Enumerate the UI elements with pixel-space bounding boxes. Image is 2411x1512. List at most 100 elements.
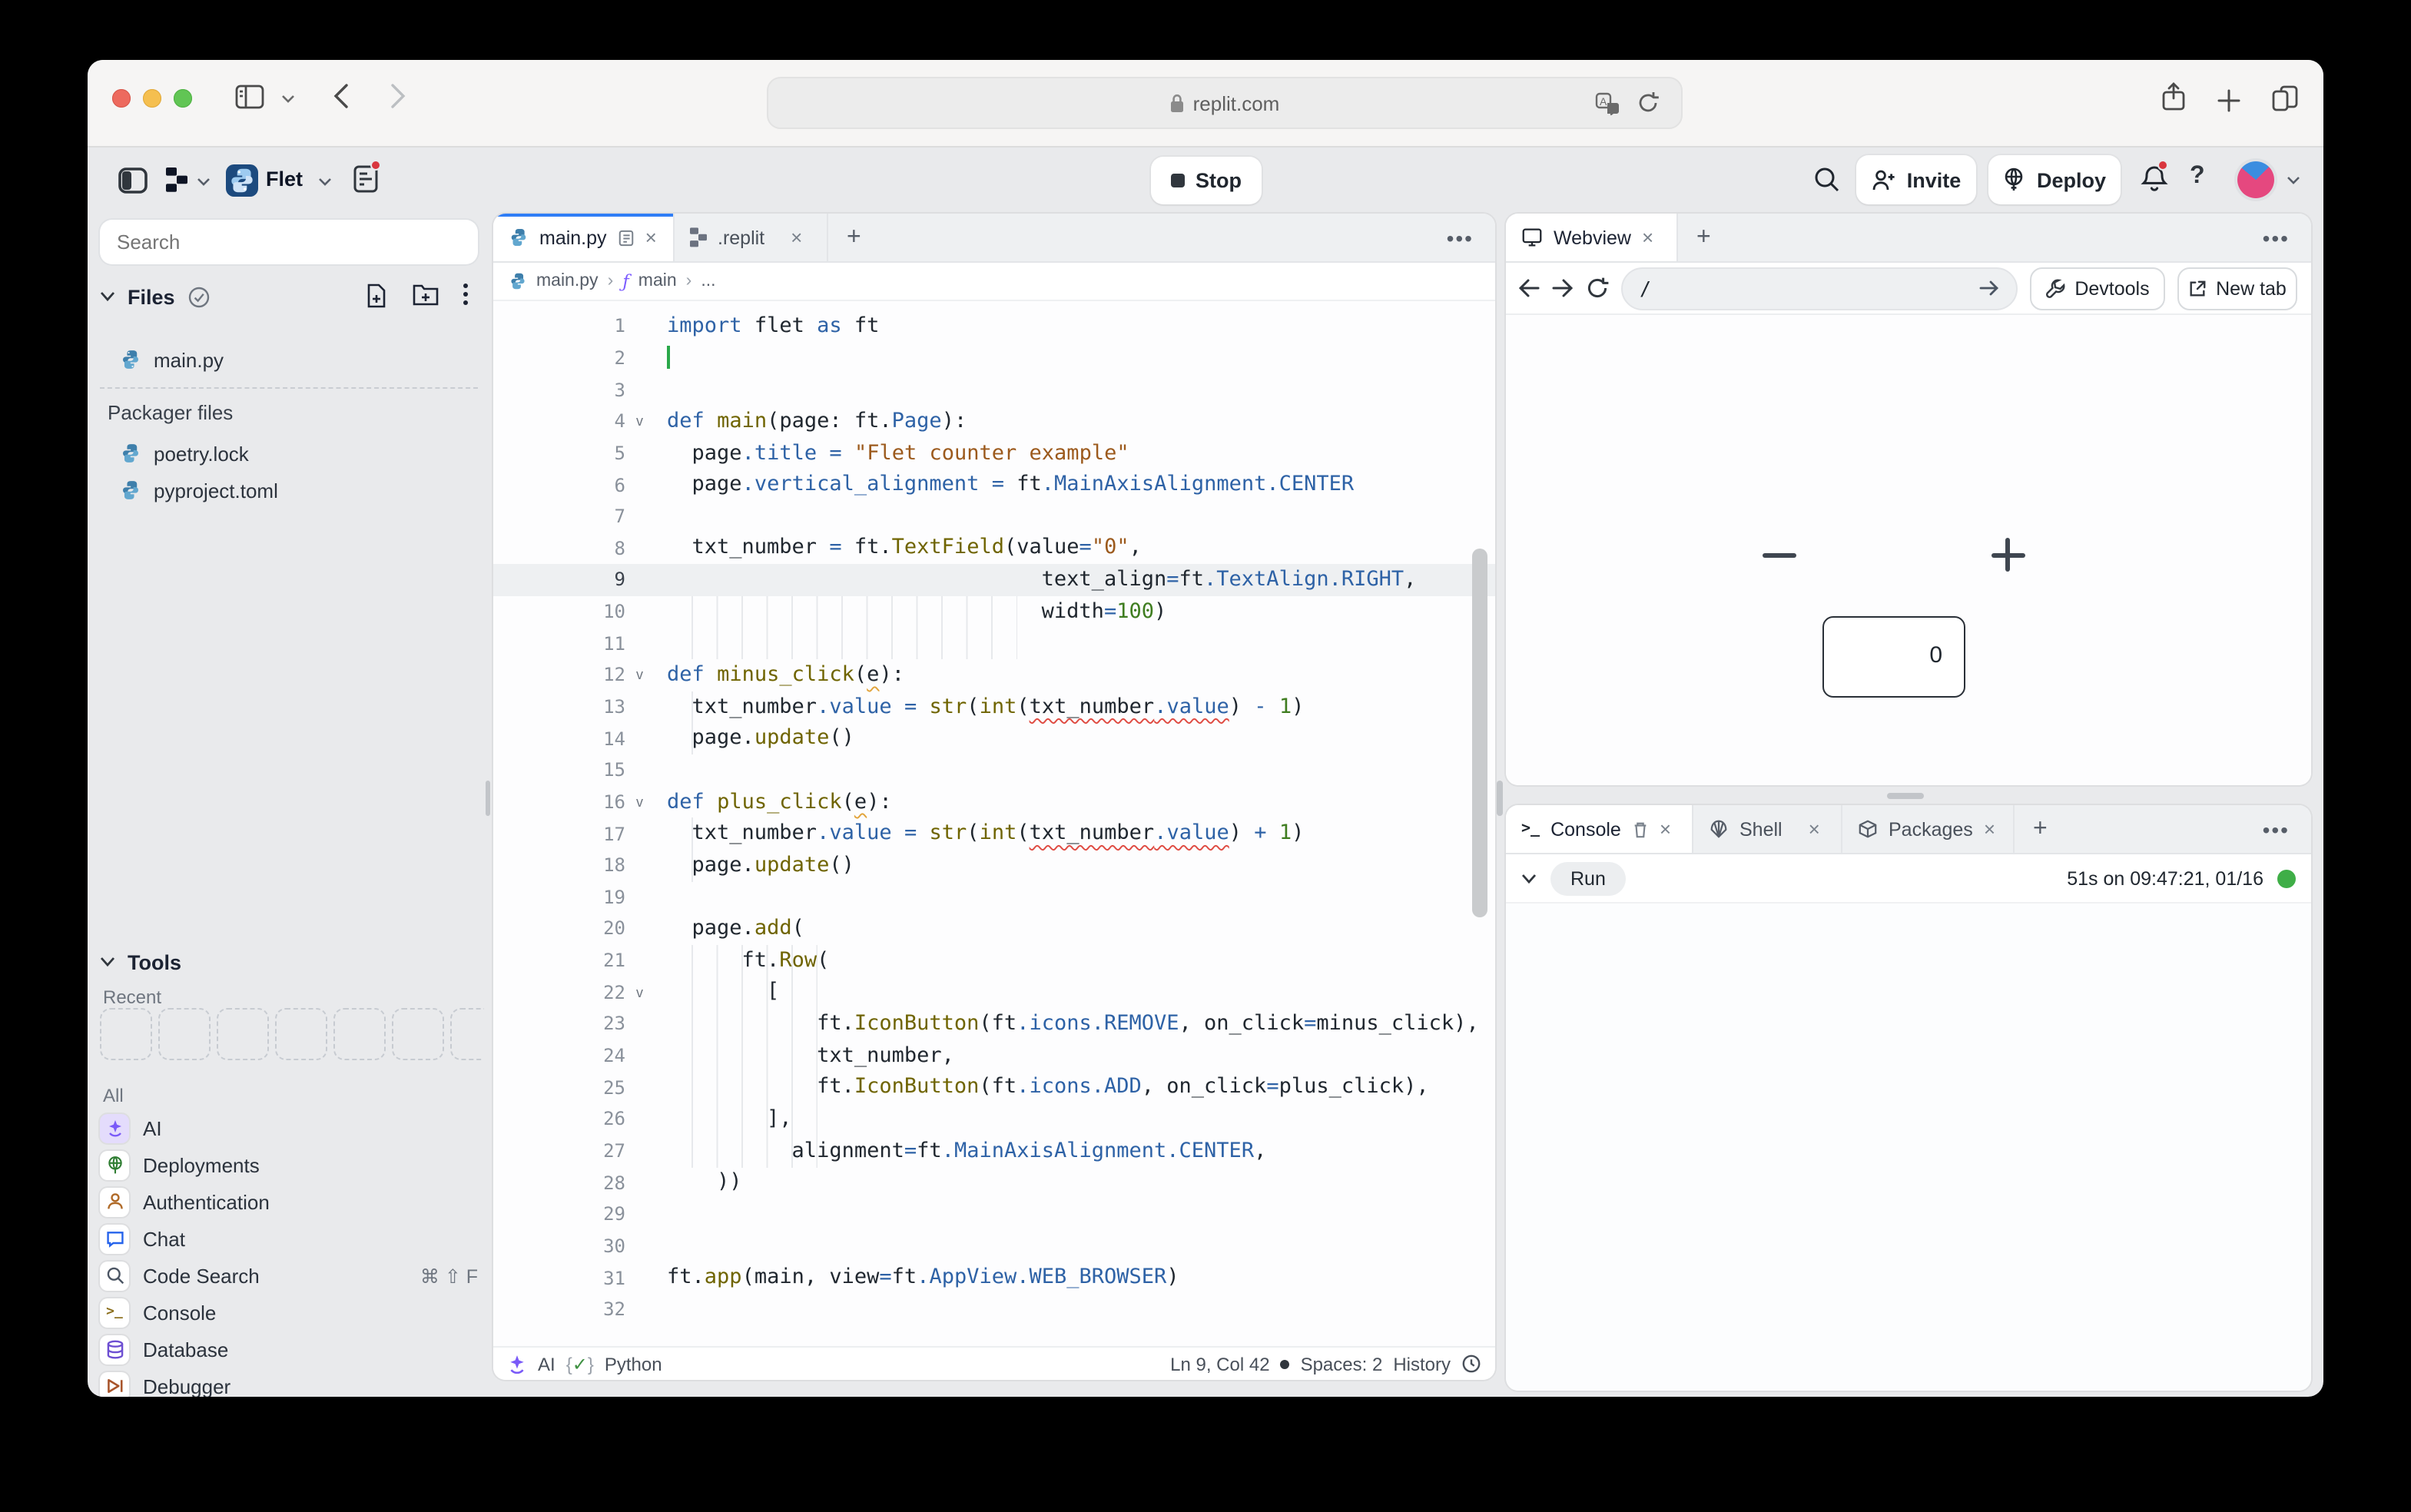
code-line[interactable]: 15 [493,754,1495,786]
code-line[interactable]: 8 txt_number = ft.TextField(value="0", [493,532,1495,564]
close-icon[interactable]: × [645,226,657,249]
file-item-mainpy[interactable]: main.py [100,343,478,376]
tab-replit[interactable]: .replit × [675,214,828,261]
run-command-pill[interactable]: Run [1550,861,1626,895]
code-line[interactable]: 4vdef main(page: ft.Page): [493,406,1495,437]
new-console-tab-icon[interactable]: + [2015,805,2066,853]
code-line[interactable]: 20 page.add( [493,913,1495,944]
status-history[interactable]: History [1393,1353,1451,1374]
avatar[interactable] [2237,161,2274,198]
open-new-tab-button[interactable]: New tab [2177,267,2297,310]
code-line[interactable]: 22v [ [493,976,1495,1008]
kebab-menu-icon[interactable] [463,283,469,306]
sidebar-item-deployments[interactable]: Deployments [100,1146,478,1183]
tab-packages[interactable]: Packages × [1842,805,2015,853]
help-icon[interactable]: ? [2190,163,2205,191]
back-icon[interactable] [333,83,349,109]
tab-webview[interactable]: Webview × [1506,214,1678,261]
counter-textfield[interactable]: 0 [1822,616,1965,698]
close-icon[interactable]: × [791,226,802,249]
code-line[interactable]: 3 [493,374,1495,406]
search-icon[interactable] [1813,166,1841,194]
file-item-poetry[interactable]: poetry.lock [100,436,478,470]
code-line[interactable]: 27 alignment=ft.MainAxisAlignment.CENTER… [493,1135,1495,1166]
code-line[interactable]: 1import flet as ft [493,310,1495,342]
code-line[interactable]: 7 [493,501,1495,532]
sidebar-item-code-search[interactable]: Code Search ⌘ ⇧ F [100,1257,478,1294]
code-line[interactable]: 25 ft.IconButton(ft.icons.ADD, on_click=… [493,1072,1495,1103]
devtools-button[interactable]: Devtools [2030,267,2165,310]
tabs-overview-icon[interactable] [2271,85,2299,112]
breadcrumb-symbol[interactable]: main [638,272,677,290]
forward-icon[interactable] [390,83,406,109]
code-line[interactable]: 24 txt_number, [493,1040,1495,1071]
back-icon[interactable] [1518,278,1540,298]
plus-button-vertical[interactable] [2005,539,2009,572]
sidebar-item-database[interactable]: Database [100,1331,478,1368]
new-folder-icon[interactable] [412,283,439,307]
code-line[interactable]: 6 page.vertical_alignment = ft.MainAxisA… [493,469,1495,500]
code-line[interactable]: 29 [493,1199,1495,1230]
fold-chevron-icon[interactable]: v [625,413,667,429]
webview-address-bar[interactable]: / [1621,267,2018,310]
deploy-button[interactable]: Deploy [1988,155,2121,204]
code-line[interactable]: 30 [493,1230,1495,1262]
replit-logo[interactable] [166,167,187,192]
code-line[interactable]: 23 ft.IconButton(ft.icons.REMOVE, on_cli… [493,1008,1495,1040]
chevron-down-icon[interactable] [318,177,332,187]
status-spaces[interactable]: Spaces: 2 [1301,1353,1383,1374]
code-line[interactable]: 12vdef minus_click(e): [493,659,1495,691]
close-icon[interactable]: × [1984,817,1995,841]
close-icon[interactable]: × [1660,817,1671,841]
stop-button[interactable]: Stop [1151,157,1262,204]
translate-icon[interactable]: A [1595,92,1620,115]
close-icon[interactable]: × [1642,226,1653,249]
console-output[interactable] [1506,904,2311,1391]
new-file-icon[interactable] [364,283,389,309]
go-arrow-icon[interactable] [1979,280,1999,297]
fold-chevron-icon[interactable]: v [625,668,667,683]
webview-options-icon[interactable]: ••• [2241,214,2311,261]
fold-chevron-icon[interactable]: v [625,985,667,1000]
code-line[interactable]: 16vdef plus_click(e): [493,786,1495,817]
sidebar-item-debugger[interactable]: Debugger [100,1368,478,1397]
file-item-pyproject[interactable]: pyproject.toml [100,473,478,507]
sidebar-item-chat[interactable]: Chat [100,1220,478,1257]
editor-options-icon[interactable]: ••• [1425,214,1495,261]
tab-shell[interactable]: Shell × [1693,805,1842,853]
bell-icon[interactable] [2141,164,2168,194]
share-icon[interactable] [2161,81,2187,112]
minimize-window-button[interactable] [143,89,161,108]
breadcrumb-more[interactable]: ... [701,272,715,290]
fold-chevron-icon[interactable]: v [625,794,667,810]
new-tab-icon[interactable] [2217,89,2240,112]
code-line[interactable]: 31ft.app(main, view=ft.AppView.WEB_BROWS… [493,1262,1495,1293]
history-panel-icon[interactable] [352,164,380,194]
invite-button[interactable]: Invite [1856,155,1976,204]
chevron-down-icon[interactable] [197,177,211,187]
tab-mainpy[interactable]: main.py × [493,214,675,261]
sidebar-search-input[interactable] [100,220,478,264]
code-line[interactable]: 10 width=100) [493,596,1495,628]
status-language[interactable]: Python [605,1353,662,1374]
console-options-icon[interactable]: ••• [2241,805,2311,853]
code-line[interactable]: 19 [493,881,1495,913]
code-line[interactable]: 14 page.update() [493,723,1495,754]
tab-console[interactable]: >_ Console × [1506,805,1693,853]
code-line[interactable]: 26 ], [493,1103,1495,1135]
forward-icon[interactable] [1552,278,1574,298]
sidebar-item-ai[interactable]: AI [100,1109,478,1146]
code-line[interactable]: 11 [493,628,1495,659]
project-title[interactable]: Flet [266,167,303,191]
code-line[interactable]: 21 ft.Row( [493,945,1495,976]
browser-sidebar-icon[interactable] [235,85,264,109]
zoom-window-button[interactable] [174,89,192,108]
console-resize-handle[interactable] [1887,793,1924,799]
panel-resize-handle[interactable] [1497,781,1502,816]
code-line[interactable]: 18 page.update() [493,850,1495,881]
new-editor-tab-icon[interactable]: + [828,214,880,261]
trash-icon[interactable] [1632,820,1649,838]
close-icon[interactable]: × [1809,817,1820,841]
reload-icon[interactable] [1637,91,1660,115]
breadcrumb-file[interactable]: main.py [536,272,599,290]
